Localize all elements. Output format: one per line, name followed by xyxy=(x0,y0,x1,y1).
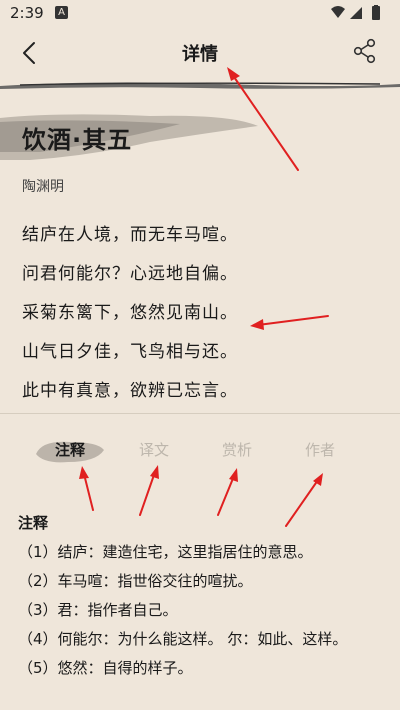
tab-label: 译文 xyxy=(138,441,169,459)
list-item: （3）君：指作者自己。 xyxy=(18,601,178,619)
poem-title-area: 饮酒·其五 xyxy=(0,112,400,162)
annotation-arrow xyxy=(285,473,323,527)
annotation-arrow xyxy=(217,468,238,516)
tab-appreciation[interactable]: 赏析 xyxy=(197,430,277,474)
status-time: 2:39 xyxy=(10,4,44,22)
tab-author[interactable]: 作者 xyxy=(280,430,360,474)
page-title: 详情 xyxy=(182,44,218,65)
list-item: （5）悠然：自得的样子。 xyxy=(18,659,193,677)
ink-divider xyxy=(0,82,400,89)
notification-icon: A xyxy=(55,6,68,19)
poem-author: 陶渊明 xyxy=(22,179,64,195)
tab-bar: 注释 译文 赏析 作者 xyxy=(0,430,400,474)
signal-icon xyxy=(350,7,362,19)
tab-label: 赏析 xyxy=(221,441,252,459)
notes-heading: 注释 xyxy=(18,514,49,532)
tab-label: 作者 xyxy=(304,441,335,459)
poem-line: 采菊东篱下，悠然见南山。 xyxy=(22,303,238,323)
header: 详情 xyxy=(0,26,400,80)
poem-title: 饮酒·其五 xyxy=(22,126,133,154)
tab-label: 注释 xyxy=(54,441,85,459)
tab-notes[interactable]: 注释 xyxy=(30,430,110,474)
list-item: （1）结庐：建造住宅，这里指居住的意思。 xyxy=(18,543,313,561)
notes-list: （1）结庐：建造住宅，这里指居住的意思。 （2）车马喧：指世俗交往的喧扰。 （3… xyxy=(18,538,380,683)
list-item: （2）车马喧：指世俗交往的喧扰。 xyxy=(18,572,253,590)
section-divider xyxy=(0,413,400,414)
poem-line: 此中有真意，欲辨已忘言。 xyxy=(22,381,238,401)
wifi-icon xyxy=(331,6,345,18)
battery-icon xyxy=(372,5,380,20)
share-button[interactable] xyxy=(352,38,382,68)
poem-line: 结庐在人境，而无车马喧。 xyxy=(22,225,238,245)
share-icon xyxy=(353,38,376,64)
list-item: （4）何能尔：为什么能这样。 尔：如此、这样。 xyxy=(18,630,348,648)
poem-body: 结庐在人境，而无车马喧。 问君何能尔？心远地自偏。 采菊东篱下，悠然见南山。 山… xyxy=(22,220,238,415)
annotation-arrow xyxy=(250,315,329,330)
poem-line: 问君何能尔？心远地自偏。 xyxy=(22,264,238,284)
status-bar: 2:39 A xyxy=(0,0,400,26)
tab-translation[interactable]: 译文 xyxy=(114,430,194,474)
poem-line: 山气日夕佳，飞鸟相与还。 xyxy=(22,342,238,362)
status-icons xyxy=(330,5,386,25)
